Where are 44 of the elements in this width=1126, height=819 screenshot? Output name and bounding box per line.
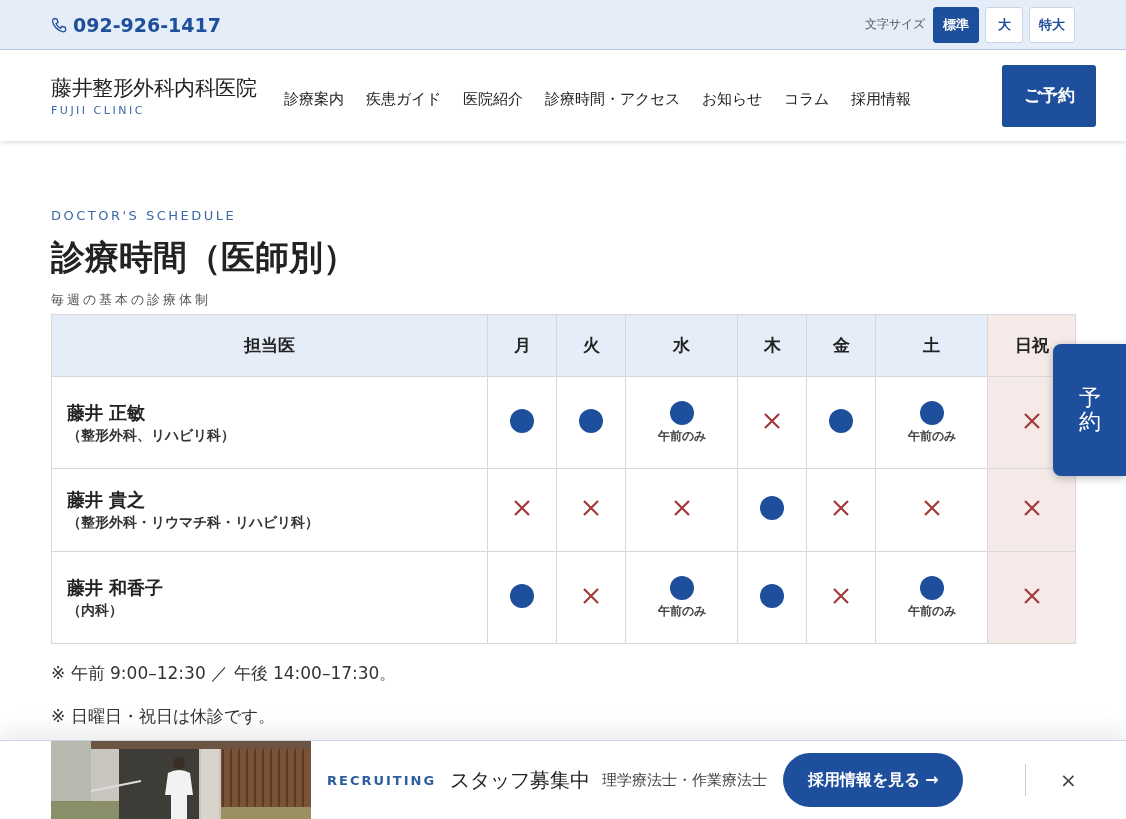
font-size-button[interactable]: 大 [985, 6, 1023, 43]
section-eyebrow: DOCTOR'S SCHEDULE [51, 208, 238, 223]
font-size-button[interactable]: 特大 [1029, 6, 1075, 43]
section-title: 診療時間（医師別） [51, 236, 358, 279]
availability-note: 午前のみ [907, 427, 956, 445]
column-header: 月 [487, 314, 557, 377]
doctor-department: （内科） [67, 601, 124, 620]
availability-note: 午前のみ [657, 427, 706, 445]
column-header: 水 [625, 314, 738, 377]
availability-note: 午前のみ [907, 602, 956, 620]
column-header: 担当医 [51, 314, 488, 377]
doctor-name: 藤井 貴之 [67, 488, 147, 512]
nav-link[interactable]: 診療時間・アクセス [545, 90, 680, 109]
font-size-label: 文字サイズ [865, 16, 925, 33]
column-header: 土 [875, 314, 988, 377]
section-subtitle: 毎週の基本の診療体制 [51, 291, 212, 309]
column-header: 火 [556, 314, 626, 377]
reserve-side-tab[interactable]: 予約 [1053, 344, 1126, 476]
clinic-logo[interactable]: 藤井整形外科内科医院 [51, 74, 256, 102]
nav-link[interactable]: 医院紹介 [463, 90, 523, 109]
nav-link[interactable]: 採用情報 [851, 90, 911, 109]
close-button[interactable]: × [1056, 764, 1081, 796]
column-header: 金 [806, 314, 876, 377]
schedule-note: ※ 午前 9:00–12:30 ／ 午後 14:00–17:30。 [51, 662, 398, 685]
recruit-roles: 理学療法士・作業療法士 [602, 770, 768, 790]
recruit-button[interactable]: 採用情報を見る → [783, 753, 964, 807]
recruit-eyebrow: RECRUITING [327, 772, 437, 788]
phone-icon [51, 16, 67, 33]
availability-note: 午前のみ [657, 602, 706, 620]
reserve-button[interactable]: ご予約 [1002, 64, 1096, 127]
nav-link[interactable]: お知らせ [702, 90, 762, 109]
doctor-name: 藤井 和香子 [67, 575, 165, 600]
doctor-department: （整形外科・リウマチ科・リハビリ科） [67, 514, 320, 532]
doctor-name: 藤井 正敏 [67, 400, 147, 425]
font-size-button[interactable]: 標準 [933, 6, 979, 43]
nav-link[interactable]: コラム [784, 90, 829, 109]
nav-link[interactable]: 診療案内 [284, 90, 344, 109]
phone-number[interactable]: 092-926-1417 [73, 13, 221, 36]
column-header: 木 [737, 314, 807, 377]
nav-link[interactable]: 疾患ガイド [366, 90, 441, 109]
logo-subtitle: FUJII CLINIC [51, 104, 146, 117]
schedule-note: ※ 日曜日・祝日は休診です。 [51, 705, 276, 728]
recruit-title: スタッフ募集中 [450, 766, 591, 794]
doctor-department: （整形外科、リハビリ科） [67, 426, 236, 445]
